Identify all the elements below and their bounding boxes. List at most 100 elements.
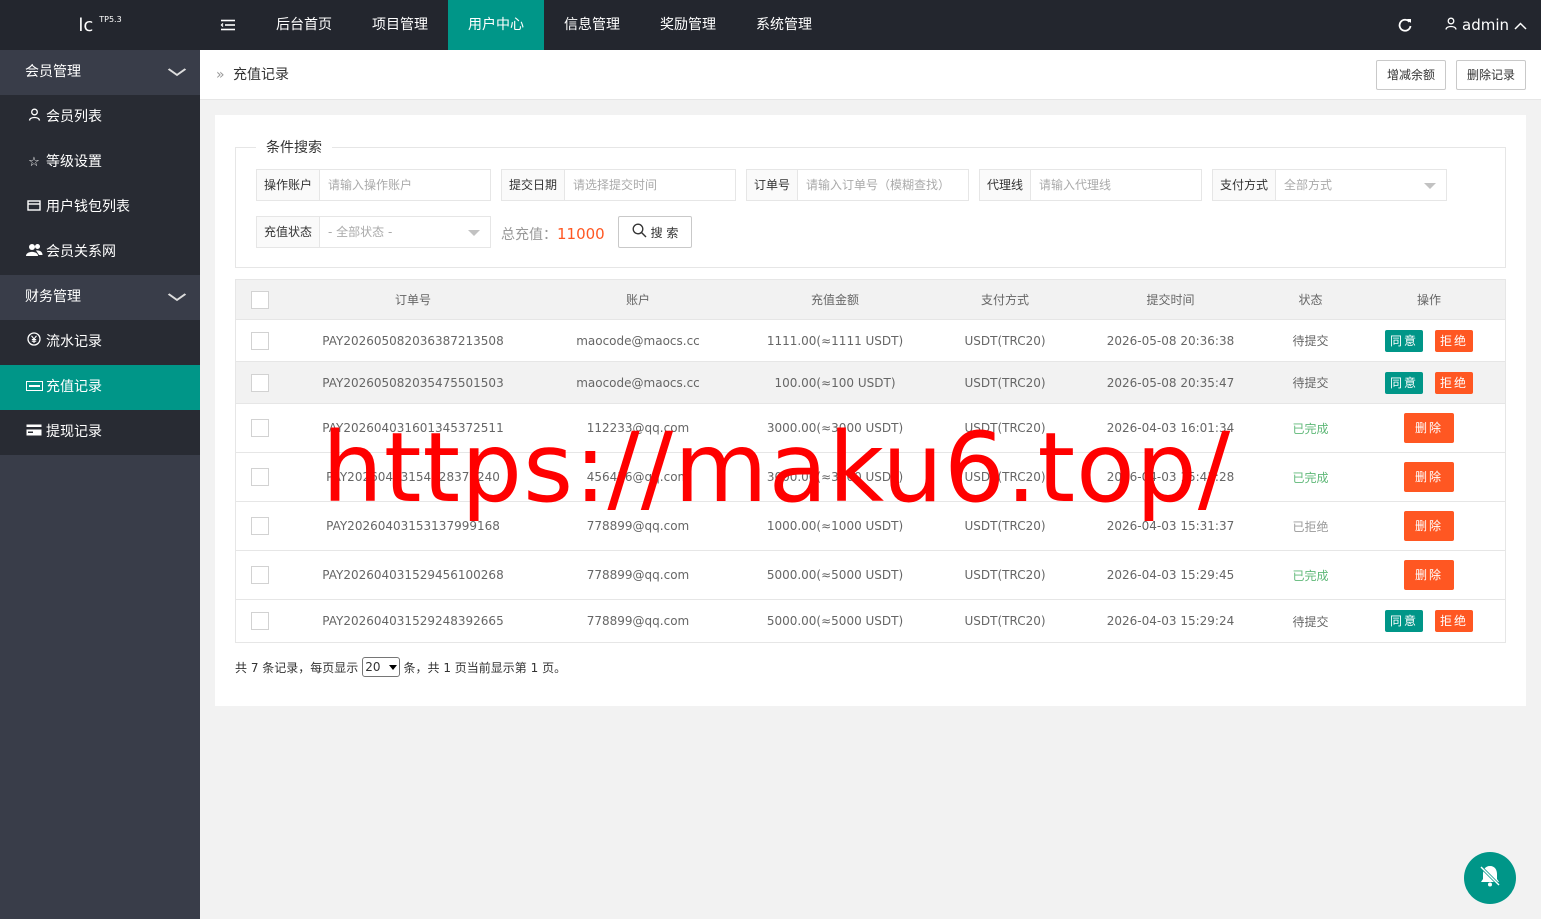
- row-checkbox[interactable]: [251, 517, 269, 535]
- bell-off-button[interactable]: [1464, 852, 1516, 904]
- top-nav-reward[interactable]: 奖励管理: [640, 0, 736, 50]
- sidebar-group-member[interactable]: 会员管理: [0, 50, 200, 95]
- table-row: PAY202605082036387213508 maocode@maocs.cc…: [236, 320, 1505, 362]
- wallet-icon: [25, 185, 43, 230]
- reject-button[interactable]: 拒绝: [1435, 371, 1474, 394]
- delete-button[interactable]: 删除: [1403, 413, 1454, 443]
- sidebar-group-label: 财务管理: [25, 289, 81, 305]
- delete-records-button[interactable]: 删除记录: [1455, 60, 1526, 90]
- account-cell: maocode@maocs.cc: [576, 333, 700, 348]
- table-row: PAY20260403153137999168 778899@qq.com 1000…: [236, 502, 1505, 551]
- page-title: 充值记录: [233, 67, 290, 83]
- search-button[interactable]: 搜 索: [618, 216, 692, 248]
- pay-cell: USDT(TRC20): [964, 333, 1046, 348]
- order-field: 订单号 请输入订单号（模糊查找）: [746, 169, 969, 201]
- pay-cell: USDT(TRC20): [964, 470, 1046, 484]
- logo-version: TP5.3: [99, 14, 122, 24]
- reject-button[interactable]: 拒绝: [1435, 610, 1474, 632]
- status-select[interactable]: - 全部状态 -: [320, 217, 490, 247]
- top-nav-info[interactable]: 信息管理: [544, 0, 640, 50]
- logo-text: lc: [78, 14, 94, 36]
- date-label: 提交日期: [502, 170, 566, 200]
- order-number: PAY20260508203547550150: [322, 375, 497, 390]
- pay-method-select[interactable]: 全部方式: [1276, 170, 1446, 200]
- approve-button[interactable]: 同意: [1384, 610, 1423, 632]
- date-input[interactable]: 请选择提交时间: [565, 170, 735, 200]
- sidebar-item-label: 等级设置: [46, 154, 102, 170]
- pay-cell: USDT(TRC20): [964, 568, 1046, 582]
- recharge-table: 订单号 账户 充值金额 支付方式 提交时间 状态 操作 PAY202605082…: [235, 279, 1506, 643]
- sidebar-item-member-list[interactable]: 会员列表: [0, 95, 200, 140]
- order-cell: PAY202604031529456100268: [284, 568, 542, 582]
- sidebar-item-level[interactable]: ☆ 等级设置: [0, 140, 200, 185]
- row-checkbox[interactable]: [251, 468, 269, 486]
- status-label: 充值状态: [257, 217, 321, 247]
- sidebar-item-network[interactable]: 会员关系网: [0, 230, 200, 275]
- top-nav-home[interactable]: 后台首页: [256, 0, 352, 50]
- top-nav-user-center[interactable]: 用户中心: [448, 0, 544, 50]
- page-size-select[interactable]: 20: [362, 657, 400, 677]
- header-cell-check: [236, 290, 284, 309]
- menu-toggle-icon[interactable]: [200, 0, 256, 50]
- row-checkbox[interactable]: [251, 566, 269, 584]
- sidebar-item-label: 流水记录: [46, 334, 102, 350]
- status-cell: 已完成: [1292, 421, 1329, 436]
- delete-button[interactable]: 删除: [1403, 462, 1454, 492]
- order-number: PAY20260403152945610026: [322, 568, 497, 582]
- top-nav-project[interactable]: 项目管理: [352, 0, 448, 50]
- order-cell: PAY20260403154128378240: [284, 470, 542, 484]
- approve-button[interactable]: 同意: [1384, 329, 1423, 352]
- row-checkbox[interactable]: [251, 331, 269, 350]
- action-cell: 删除: [1354, 462, 1504, 492]
- delete-button[interactable]: 删除: [1403, 511, 1454, 541]
- agent-input[interactable]: 请输入代理线: [1031, 170, 1201, 200]
- user-menu[interactable]: admin: [1435, 0, 1541, 50]
- row-checkbox[interactable]: [251, 612, 269, 630]
- pay-method-field: 支付方式 全部方式: [1212, 169, 1447, 201]
- order-number: PAY20260403160134537251: [322, 421, 497, 435]
- sidebar-item-recharge[interactable]: 充值记录: [0, 365, 200, 410]
- sidebar-item-flow[interactable]: 流水记录: [0, 320, 200, 365]
- table-body: PAY202605082036387213508 maocode@maocs.cc…: [236, 320, 1505, 642]
- bell-off-icon: [1477, 863, 1503, 893]
- refresh-icon[interactable]: [1375, 0, 1435, 50]
- search-panel: 条件搜索: [235, 137, 1506, 268]
- account-input[interactable]: 请输入操作账户: [320, 170, 490, 200]
- status-value: - 全部状态 -: [328, 225, 393, 239]
- table-header: 订单号 账户 充值金额 支付方式 提交时间 状态 操作: [236, 280, 1505, 320]
- header-order: 订单号: [394, 293, 431, 307]
- sidebar-item-withdraw[interactable]: 提现记录: [0, 410, 200, 455]
- sidebar-item-wallet[interactable]: 用户钱包列表: [0, 185, 200, 230]
- logo[interactable]: lc TP5.3: [0, 0, 200, 50]
- select-all-checkbox[interactable]: [251, 290, 269, 309]
- row-check-cell: [236, 373, 284, 392]
- row-checkbox[interactable]: [251, 373, 269, 392]
- account-cell: 778899@qq.com: [586, 614, 690, 628]
- sidebar-group-finance[interactable]: 财务管理: [0, 275, 200, 320]
- pay-cell: USDT(TRC20): [964, 375, 1046, 390]
- user-icon: [1445, 16, 1457, 34]
- order-number-tail: 1: [496, 421, 504, 435]
- sidebar-item-label: 用户钱包列表: [46, 199, 130, 215]
- header-amount: 充值金额: [810, 293, 859, 307]
- caret-down-icon: [1424, 183, 1436, 189]
- row-check-cell: [236, 517, 284, 535]
- top-nav-system[interactable]: 系统管理: [736, 0, 832, 50]
- sidebar-group-label: 会员管理: [25, 64, 81, 80]
- header-time: 提交时间: [1146, 293, 1195, 307]
- adjust-balance-button[interactable]: 增减余额: [1375, 60, 1446, 90]
- top-header: 后台首页 项目管理 用户中心 信息管理 奖励管理 系统管理 admin: [200, 0, 1541, 50]
- status-cell: 已完成: [1292, 568, 1329, 583]
- order-cell: PAY202604031529248392665: [284, 614, 542, 628]
- action-cell: 同意 拒绝: [1354, 610, 1504, 632]
- row-checkbox[interactable]: [251, 419, 269, 437]
- username: admin: [1462, 16, 1509, 34]
- approve-button[interactable]: 同意: [1384, 371, 1423, 394]
- order-number-tail: 8: [496, 568, 504, 582]
- order-input[interactable]: 请输入订单号（模糊查找）: [798, 170, 968, 200]
- sidebar-item-label: 会员关系网: [46, 244, 116, 260]
- reject-button[interactable]: 拒绝: [1435, 329, 1474, 352]
- delete-button[interactable]: 删除: [1403, 560, 1454, 590]
- amount-cell: 1111.00(≈1111 USDT): [766, 333, 904, 348]
- sidebar-item-label: 会员列表: [46, 109, 102, 125]
